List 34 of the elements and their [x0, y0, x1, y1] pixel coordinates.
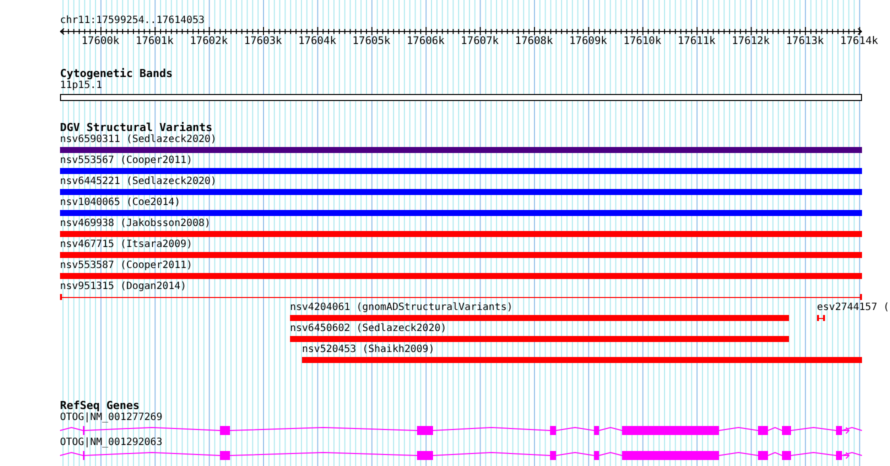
variant-label: esv2744157 (	[817, 302, 890, 314]
transcript-label: OTOG|NM_001277269	[60, 412, 162, 424]
tick-label: 17607k	[460, 35, 499, 47]
tick-label: 17604k	[298, 35, 336, 47]
variant-label: nsv6590311 (Sedlazeck2020)	[60, 134, 217, 146]
tick-label: 17609k	[569, 35, 608, 47]
variant-label: nsv520453 (Shaikh2009)	[302, 344, 434, 356]
tick-label: 17613k	[786, 35, 824, 47]
tick-label: 17610k	[623, 35, 662, 47]
variant-label: nsv467715 (Itsara2009)	[60, 239, 192, 251]
region-label: chr11:17599254..17614053	[60, 15, 204, 27]
variant-label: nsv553587 (Cooper2011)	[60, 260, 192, 272]
tick-label: 17600k	[81, 35, 120, 47]
variant-label: nsv553567 (Cooper2011)	[60, 155, 192, 167]
band-label: 11p15.1	[60, 80, 102, 92]
tick-label: 17606k	[406, 35, 445, 47]
tick-label: 17612k	[732, 35, 770, 47]
tick-label: 17614k	[840, 35, 878, 47]
track-title: DGV Structural Variants	[60, 122, 212, 134]
variant-label: nsv951315 (Dogan2014)	[60, 281, 186, 293]
variant-label: nsv6445221 (Sedlazeck2020)	[60, 176, 217, 188]
variant-label: nsv469938 (Jakobsson2008)	[60, 218, 211, 230]
tick-label: 17602k	[190, 35, 228, 47]
variant-label: nsv1040065 (Coe2014)	[60, 197, 180, 209]
tick-label: 17601k	[136, 35, 174, 47]
tick-label: 17611k	[678, 35, 716, 47]
variant-label: nsv6450602 (Sedlazeck2020)	[290, 323, 447, 335]
tick-label: 17608k	[515, 35, 553, 47]
variant-label: nsv4204061 (gnomADStructuralVariants)	[290, 302, 513, 314]
tick-label: 17603k	[244, 35, 282, 47]
transcript-label: OTOG|NM_001292063	[60, 437, 162, 449]
tick-label: 17605k	[352, 35, 390, 47]
track-title: RefSeq Genes	[60, 400, 140, 412]
track-title: Cytogenetic Bands	[60, 68, 173, 80]
